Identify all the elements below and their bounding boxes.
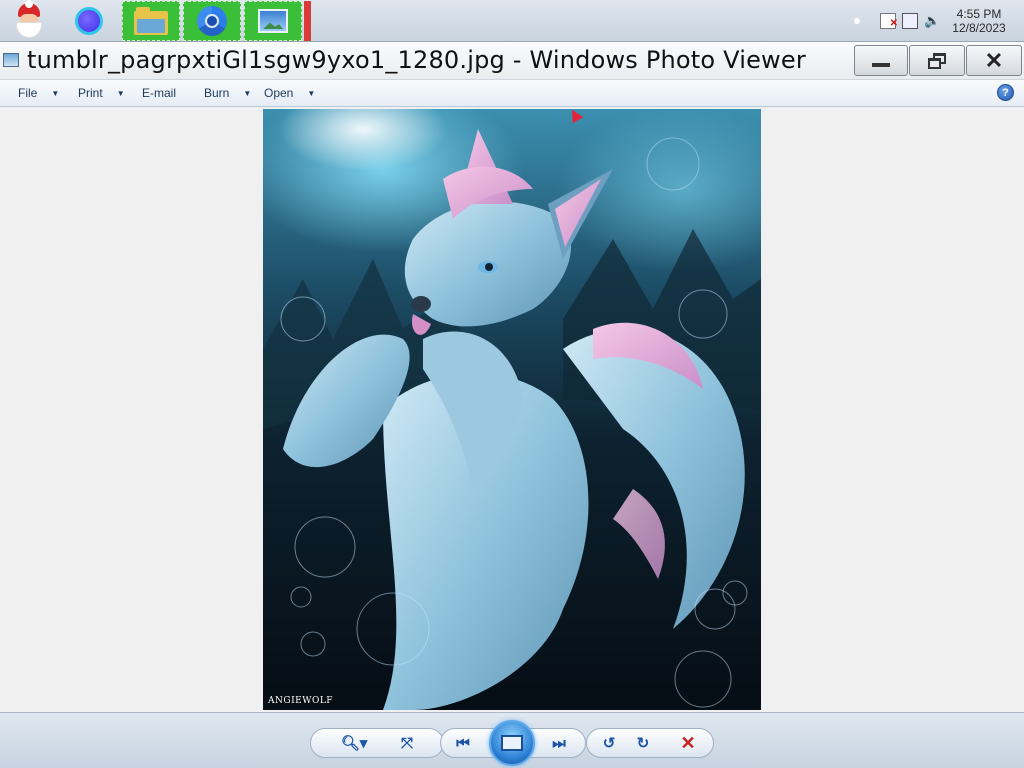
zoom-button[interactable]: 🔍︎▾: [338, 734, 370, 752]
clock[interactable]: 4:55 PM 12/8/2023: [946, 7, 1012, 35]
displayed-image: ANGIEWOLF: [263, 109, 761, 710]
zoom-icon: 🔍︎▾: [340, 735, 368, 752]
clock-time: 4:55 PM: [956, 7, 1002, 21]
rotate-counterclockwise-icon: ↺: [602, 735, 616, 752]
viewer-control-bar: 🔍︎▾ ⤧ ⏮ ⏭ ↺ ↻ ✕: [0, 712, 1024, 768]
close-button[interactable]: ✕: [966, 45, 1022, 76]
chevron-down-icon: ▼: [51, 88, 60, 98]
network-icon[interactable]: [902, 13, 918, 29]
actual-size-button[interactable]: ⤧: [396, 734, 418, 752]
menu-open[interactable]: Open ▼: [264, 86, 315, 100]
menu-bar: File ▼ Print ▼ E-mail Burn ▼ Open ▼ ?: [0, 80, 1024, 107]
restore-icon: [928, 52, 946, 69]
menu-print-label: Print: [78, 86, 103, 100]
previous-button[interactable]: ⏮: [452, 734, 474, 752]
menu-email-label: E-mail: [142, 86, 177, 100]
system-tray: 🔈 4:55 PM 12/8/2023: [854, 0, 1024, 42]
slideshow-button[interactable]: [489, 720, 535, 766]
menu-open-label: Open: [264, 86, 294, 100]
photo-viewer-taskbar-button[interactable]: [244, 1, 302, 41]
image-viewer-area[interactable]: ANGIEWOLF: [0, 106, 1024, 712]
orb-app-button[interactable]: [60, 1, 118, 41]
delete-icon: ✕: [680, 732, 696, 753]
artwork-illustration: [263, 129, 761, 710]
restore-button[interactable]: [909, 45, 965, 76]
santa-app-icon: [10, 0, 48, 39]
menu-email[interactable]: E-mail: [142, 86, 176, 100]
tray-dot-icon: [854, 18, 860, 24]
chevron-down-icon: ▼: [307, 88, 316, 98]
minimize-icon: [872, 62, 890, 67]
volume-icon[interactable]: 🔈: [924, 13, 940, 29]
chevron-down-icon: ▼: [243, 88, 252, 98]
close-icon: ✕: [984, 47, 1004, 73]
zoom-controls-group: [310, 728, 444, 758]
taskbar: 🔈 4:55 PM 12/8/2023: [0, 0, 1024, 42]
rotate-counterclockwise-button[interactable]: ↺: [598, 734, 620, 752]
action-center-flag-icon[interactable]: [880, 13, 898, 32]
orb-app-icon: [75, 7, 103, 35]
chrome-button[interactable]: [183, 1, 241, 41]
help-button[interactable]: ?: [997, 84, 1014, 101]
delete-button[interactable]: ✕: [677, 732, 699, 753]
slideshow-icon: [501, 735, 523, 751]
rotate-clockwise-icon: ↻: [636, 735, 650, 752]
chevron-down-icon: ▼: [116, 88, 125, 98]
artist-signature: ANGIEWOLF: [268, 696, 334, 706]
menu-burn-label: Burn: [204, 86, 230, 100]
santa-app-button[interactable]: [0, 0, 58, 41]
next-button[interactable]: ⏭: [548, 734, 570, 752]
window-title-bar[interactable]: tumblr_pagrpxtiGl1sgw9yxo1_1280.jpg - Wi…: [0, 42, 1024, 80]
menu-file-label: File: [18, 86, 38, 100]
photo-viewer-app-icon[interactable]: [3, 53, 19, 67]
previous-icon: ⏮: [456, 734, 470, 752]
clock-date: 12/8/2023: [952, 21, 1006, 35]
menu-burn[interactable]: Burn ▼: [204, 86, 251, 100]
actual-size-icon: ⤧: [400, 734, 413, 752]
photo-viewer-icon: [258, 9, 288, 33]
file-explorer-button[interactable]: [122, 1, 180, 41]
menu-file[interactable]: File ▼: [18, 86, 59, 100]
chrome-icon: [197, 6, 227, 36]
menu-print[interactable]: Print ▼: [78, 86, 125, 100]
window-title: tumblr_pagrpxtiGl1sgw9yxo1_1280.jpg - Wi…: [27, 46, 806, 74]
rotate-clockwise-button[interactable]: ↻: [632, 734, 654, 752]
show-desktop-strip[interactable]: [304, 1, 311, 41]
next-icon: ⏭: [552, 734, 566, 752]
minimize-button[interactable]: [854, 45, 908, 76]
file-explorer-icon: [134, 7, 168, 35]
